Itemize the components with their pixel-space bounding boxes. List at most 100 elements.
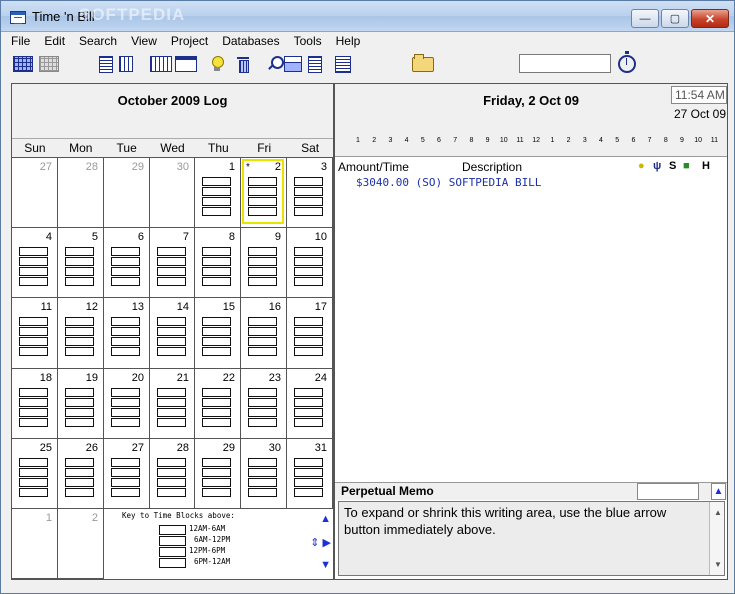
time-block[interactable] bbox=[248, 347, 277, 356]
time-block[interactable] bbox=[111, 317, 140, 326]
menu-tools[interactable]: Tools bbox=[286, 32, 328, 50]
time-block[interactable] bbox=[19, 347, 48, 356]
calendar-day[interactable]: 8 bbox=[195, 228, 241, 298]
calendar-day[interactable]: 27 bbox=[104, 439, 150, 509]
calendar-day[interactable]: 2 bbox=[58, 509, 104, 579]
time-block[interactable] bbox=[202, 247, 231, 256]
time-block[interactable] bbox=[202, 488, 231, 497]
calendar-day[interactable]: 16 bbox=[241, 298, 287, 369]
calendar-day[interactable]: 24 bbox=[287, 369, 333, 439]
time-block[interactable] bbox=[202, 267, 231, 276]
time-block[interactable] bbox=[202, 177, 231, 186]
time-block[interactable] bbox=[157, 468, 186, 477]
print-button[interactable] bbox=[284, 54, 302, 74]
idea-button[interactable] bbox=[211, 54, 224, 74]
time-block[interactable] bbox=[248, 388, 277, 397]
time-block[interactable] bbox=[294, 257, 323, 266]
calendar-day[interactable]: 11 bbox=[12, 298, 58, 369]
time-block[interactable] bbox=[248, 458, 277, 467]
time-block[interactable] bbox=[202, 277, 231, 286]
calendar-day[interactable]: 29 bbox=[195, 439, 241, 509]
time-block[interactable] bbox=[65, 408, 94, 417]
time-block[interactable] bbox=[294, 478, 323, 487]
time-block[interactable] bbox=[294, 277, 323, 286]
memo-scrollbar[interactable]: ▲ ▼ bbox=[709, 502, 724, 575]
bars-button[interactable] bbox=[119, 54, 133, 74]
time-block[interactable] bbox=[19, 468, 48, 477]
time-block[interactable] bbox=[157, 388, 186, 397]
time-block[interactable] bbox=[294, 398, 323, 407]
calendar-day[interactable]: 28 bbox=[150, 439, 195, 509]
time-block[interactable] bbox=[65, 327, 94, 336]
calendar-day[interactable]: 23 bbox=[241, 369, 287, 439]
calendar-day[interactable]: 5 bbox=[58, 228, 104, 298]
time-block[interactable] bbox=[65, 478, 94, 487]
time-block[interactable] bbox=[65, 347, 94, 356]
time-block[interactable] bbox=[248, 277, 277, 286]
day-view-button[interactable] bbox=[175, 54, 197, 74]
menu-databases[interactable]: Databases bbox=[214, 32, 285, 50]
stopwatch-button[interactable] bbox=[618, 51, 636, 74]
calendar-day[interactable]: 25 bbox=[12, 439, 58, 509]
time-block[interactable] bbox=[19, 418, 48, 427]
time-block[interactable] bbox=[111, 267, 140, 276]
time-block[interactable] bbox=[19, 337, 48, 346]
time-block[interactable] bbox=[19, 458, 48, 467]
find-button[interactable] bbox=[267, 54, 284, 74]
calendar-day[interactable]: 29 bbox=[104, 158, 150, 228]
time-block[interactable] bbox=[111, 418, 140, 427]
time-block[interactable] bbox=[65, 398, 94, 407]
calendar-day[interactable]: 4 bbox=[12, 228, 58, 298]
time-block[interactable] bbox=[202, 408, 231, 417]
menu-edit[interactable]: Edit bbox=[36, 32, 71, 50]
time-block[interactable] bbox=[65, 388, 94, 397]
time-block[interactable] bbox=[202, 187, 231, 196]
time-block[interactable] bbox=[248, 327, 277, 336]
time-block[interactable] bbox=[294, 337, 323, 346]
memo-text-area[interactable]: To expand or shrink this writing area, u… bbox=[338, 501, 725, 576]
time-block[interactable] bbox=[111, 478, 140, 487]
time-block[interactable] bbox=[294, 458, 323, 467]
calendar-day[interactable]: 9 bbox=[241, 228, 287, 298]
time-block[interactable] bbox=[294, 267, 323, 276]
toolbar-search-input[interactable] bbox=[519, 54, 611, 73]
current-time[interactable]: 11:54 AM bbox=[671, 86, 727, 104]
time-block[interactable] bbox=[65, 458, 94, 467]
time-block[interactable] bbox=[19, 247, 48, 256]
time-block[interactable] bbox=[202, 197, 231, 206]
time-block[interactable] bbox=[157, 488, 186, 497]
calendar-day[interactable]: 14 bbox=[150, 298, 195, 369]
time-block[interactable] bbox=[111, 277, 140, 286]
close-button[interactable]: ✕ bbox=[691, 9, 729, 28]
time-block[interactable] bbox=[294, 388, 323, 397]
menu-view[interactable]: View bbox=[123, 32, 163, 50]
menu-help[interactable]: Help bbox=[328, 32, 367, 50]
time-block[interactable] bbox=[65, 257, 94, 266]
time-block[interactable] bbox=[157, 317, 186, 326]
time-block[interactable] bbox=[202, 458, 231, 467]
time-block[interactable] bbox=[19, 488, 48, 497]
column-description[interactable]: Description bbox=[462, 160, 522, 174]
scroll-up-icon[interactable]: ▲ bbox=[714, 504, 722, 521]
calendar-day[interactable]: 7 bbox=[150, 228, 195, 298]
time-block[interactable] bbox=[202, 317, 231, 326]
time-block[interactable] bbox=[294, 197, 323, 206]
scroll-down-icon[interactable]: ▼ bbox=[714, 556, 722, 573]
calendar-day[interactable]: 3 bbox=[287, 158, 333, 228]
time-block[interactable] bbox=[19, 327, 48, 336]
log-entry[interactable]: $3040.00 (SO) SOFTPEDIA BILL bbox=[356, 176, 541, 189]
calendar-day[interactable]: 13 bbox=[104, 298, 150, 369]
current-date[interactable]: 27 Oct 09 bbox=[671, 106, 727, 123]
time-block[interactable] bbox=[248, 247, 277, 256]
menu-project[interactable]: Project bbox=[163, 32, 214, 50]
time-block[interactable] bbox=[111, 408, 140, 417]
calendar-day[interactable]: 12 bbox=[58, 298, 104, 369]
time-block[interactable] bbox=[294, 408, 323, 417]
calendar-day[interactable]: 18 bbox=[12, 369, 58, 439]
time-block[interactable] bbox=[65, 277, 94, 286]
time-block[interactable] bbox=[19, 408, 48, 417]
time-block[interactable] bbox=[202, 478, 231, 487]
calendar-day[interactable]: 22 bbox=[195, 369, 241, 439]
calendar-day[interactable]: 19 bbox=[58, 369, 104, 439]
month-nav-button[interactable]: ⇕ ▶ bbox=[310, 536, 331, 549]
